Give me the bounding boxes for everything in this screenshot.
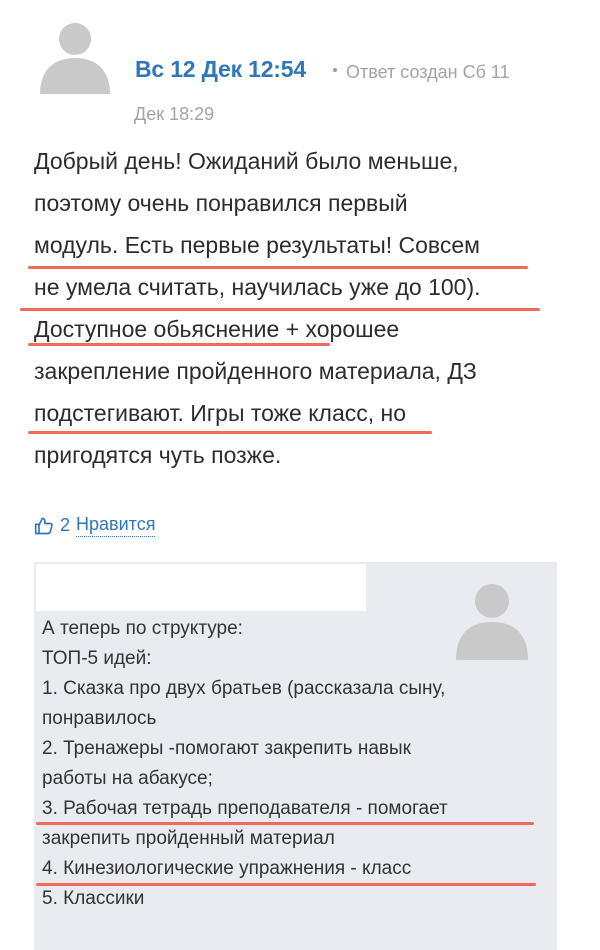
comment-line: 5. Классики — [42, 888, 145, 909]
comment-line: понравилось — [42, 708, 157, 729]
post-line: не умела считать, научилась уже до 100). — [34, 274, 481, 300]
post-line: Добрый день! Ожиданий было меньше, — [34, 148, 459, 174]
comment-line: ТОП-5 идей: — [42, 648, 152, 669]
like-label[interactable]: Нравится — [76, 514, 156, 537]
highlight-underline — [20, 308, 540, 311]
highlight-underline — [28, 431, 432, 434]
post-line: пригодятся чуть позже. — [34, 442, 282, 468]
highlight-underline — [28, 266, 528, 269]
comment-line: 2. Тренажеры -помогают закрепить навык — [42, 738, 411, 759]
highlight-underline — [36, 822, 534, 825]
user-placeholder-icon — [40, 23, 110, 94]
comment-line: 1. Сказка про двух братьев (рассказала с… — [42, 678, 446, 699]
post-date[interactable]: Вс 12 Дек 12:54 — [135, 56, 306, 83]
post-line: поэтому очень понравился первый — [34, 190, 408, 216]
comment-line: А теперь по структуре: — [42, 618, 243, 639]
thumbs-up-icon — [34, 516, 54, 536]
post-line: модуль. Есть первые результаты! Совсем — [34, 232, 480, 258]
redacted-name — [36, 564, 366, 611]
post-line: закрепление пройденного материала, ДЗ — [34, 358, 477, 384]
highlight-underline — [28, 343, 330, 346]
comment-line: работы на абакусе; — [42, 768, 213, 789]
user-placeholder-icon — [456, 584, 528, 660]
comment-line: 3. Рабочая тетрадь преподавателя - помог… — [42, 798, 448, 819]
highlight-underline — [36, 883, 536, 886]
comment-line: закрепить пройденный материал — [42, 828, 335, 849]
comment-line: 4. Кинезиологические упражнения - класс — [42, 858, 412, 879]
commenter-avatar[interactable] — [448, 572, 536, 660]
like-button[interactable]: 2 Нравится — [34, 514, 156, 537]
post-line: подстегивают. Игры тоже класс, но — [34, 400, 407, 426]
separator-dot — [333, 68, 337, 72]
post-line: Доступное обьяснение + хорошее — [34, 316, 400, 342]
avatar[interactable] — [34, 12, 116, 94]
reply-info: Ответ создан Сб 11 — [346, 62, 510, 82]
like-count: 2 — [60, 515, 71, 535]
reply-info-date: Дек 18:29 — [134, 104, 215, 124]
